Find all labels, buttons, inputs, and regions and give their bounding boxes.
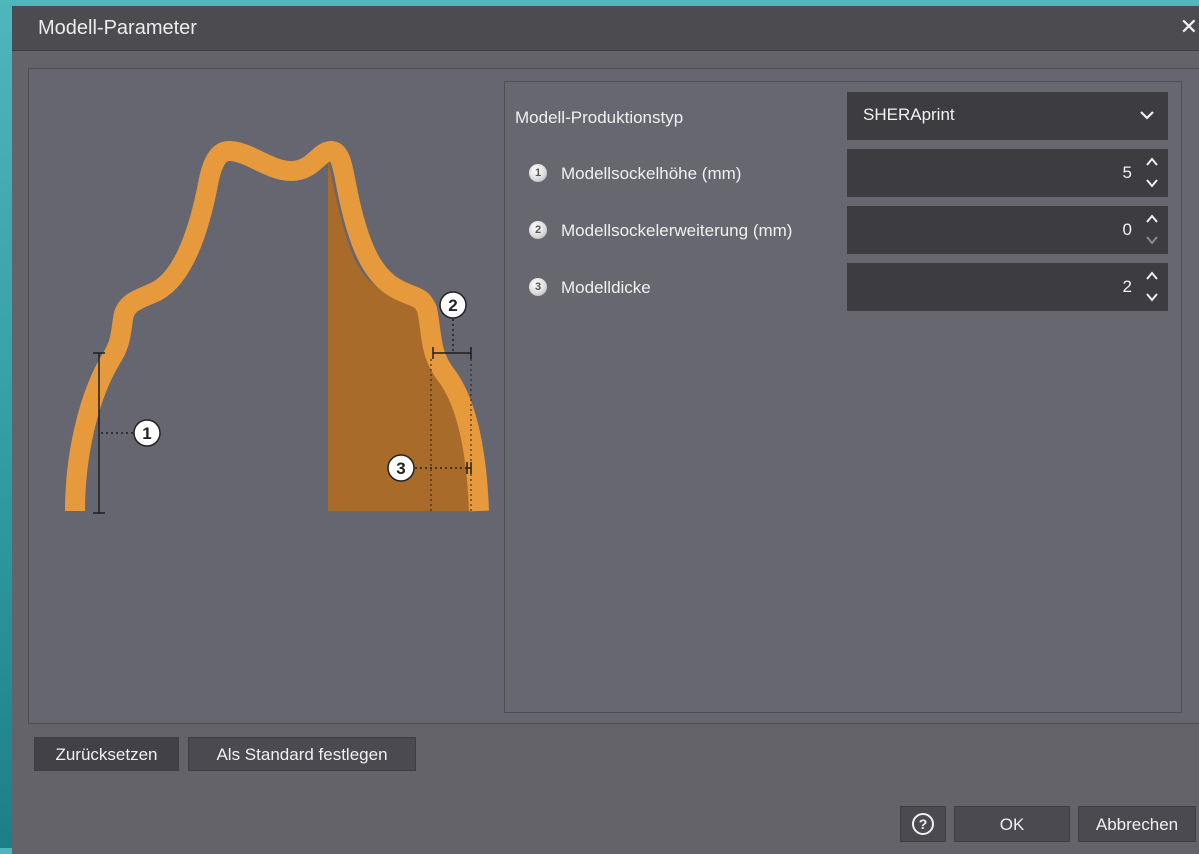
base-extension-spinbox[interactable]: 0 xyxy=(847,206,1168,254)
cancel-button[interactable]: Abbrechen xyxy=(1078,806,1196,842)
svg-text:3: 3 xyxy=(396,459,405,478)
model-base-illustration: 1 2 3 xyxy=(29,69,499,723)
badge-2-icon: 2 xyxy=(529,221,547,239)
badge-1-icon: 1 xyxy=(529,164,547,182)
spin-up-icon xyxy=(1146,214,1158,223)
thickness-value: 2 xyxy=(1122,277,1132,296)
badge-3-icon: 3 xyxy=(529,278,547,296)
set-default-button[interactable]: Als Standard festlegen xyxy=(188,737,416,771)
parameter-panel: Modell-Produktionstyp SHERAprint 1 Model… xyxy=(504,81,1182,713)
reset-button[interactable]: Zurücksetzen xyxy=(34,737,179,771)
help-icon: ? xyxy=(912,813,934,835)
spin-down-icon xyxy=(1146,236,1158,245)
spin-down-icon xyxy=(1146,293,1158,302)
marker-2-icon: 2 xyxy=(439,291,467,319)
base-height-spinbox[interactable]: 5 xyxy=(847,149,1168,197)
dialog-title: Modell-Parameter xyxy=(38,17,197,39)
ok-button[interactable]: OK xyxy=(954,806,1070,842)
base-extension-label: Modellsockelerweiterung (mm) xyxy=(561,221,793,240)
spin-up-icon xyxy=(1146,271,1158,280)
base-height-value: 5 xyxy=(1122,163,1132,182)
marker-1-icon: 1 xyxy=(133,419,161,447)
svg-text:2: 2 xyxy=(448,296,457,315)
spin-up-icon xyxy=(1146,157,1158,166)
help-button[interactable]: ? xyxy=(900,806,946,842)
production-type-label: Modell-Produktionstyp xyxy=(515,108,684,127)
thickness-spinbox[interactable]: 2 xyxy=(847,263,1168,311)
base-height-label: Modellsockelhöhe (mm) xyxy=(561,164,742,183)
production-type-value: SHERAprint xyxy=(863,105,955,124)
svg-text:1: 1 xyxy=(142,424,151,443)
chevron-down-icon xyxy=(1140,111,1154,120)
content-frame: 1 2 3 Modell-Produktionstyp SHERAprint 1… xyxy=(28,68,1199,724)
production-type-select[interactable]: SHERAprint xyxy=(847,92,1168,140)
model-parameters-dialog: Modell-Parameter ✕ 1 2 3 Modell-Produkti… xyxy=(12,6,1199,854)
svg-text:?: ? xyxy=(919,816,928,832)
marker-3-icon: 3 xyxy=(387,454,415,482)
title-bar: Modell-Parameter ✕ xyxy=(12,6,1199,51)
close-icon[interactable]: ✕ xyxy=(1180,14,1198,40)
base-extension-value: 0 xyxy=(1122,220,1132,239)
thickness-label: Modelldicke xyxy=(561,278,651,297)
spin-down-icon xyxy=(1146,179,1158,188)
